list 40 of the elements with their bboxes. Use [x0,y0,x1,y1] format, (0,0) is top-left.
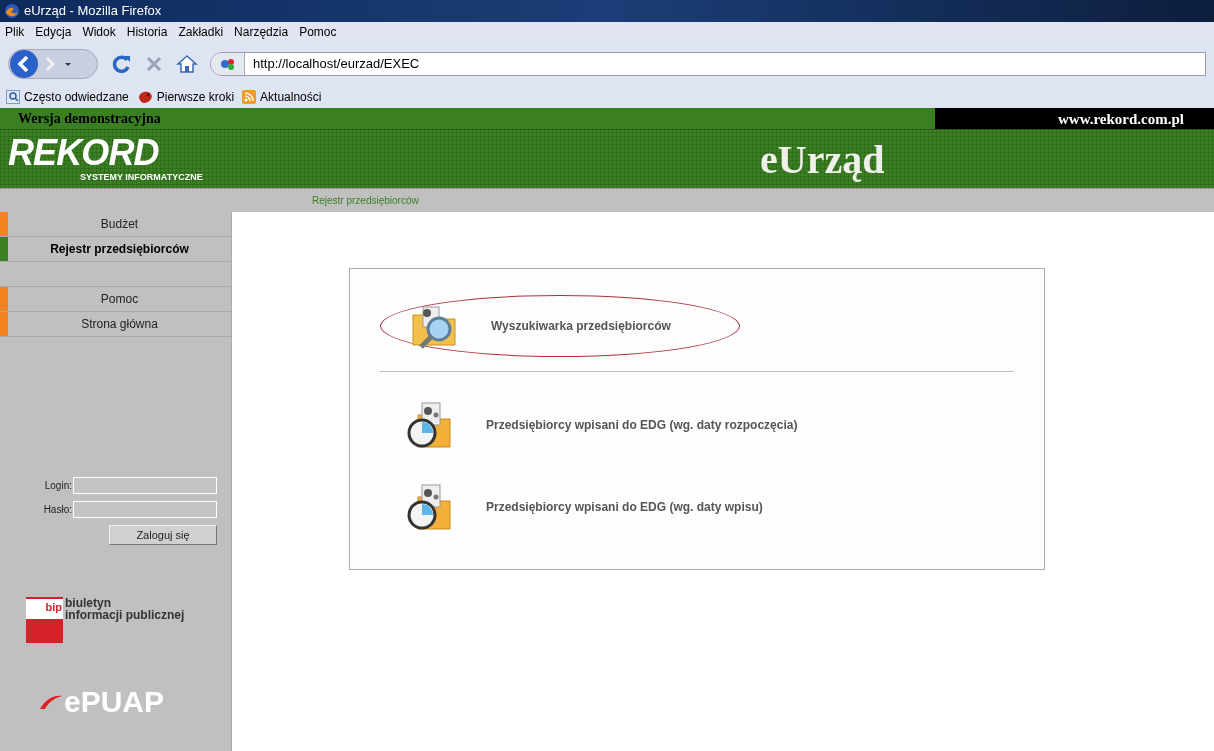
sidebar-item[interactable]: Pomoc [0,287,231,312]
menu-item[interactable]: Edycja [35,22,72,41]
password-label: Hasło: [43,503,72,517]
bip-logo: bip [26,597,63,643]
menu-item[interactable]: Widok [82,22,116,41]
website-label: www.rekord.com.pl [935,108,1214,129]
app-title: eUrząd [760,136,885,184]
demo-notice: Wersja demonstracyjna [0,108,935,129]
folder-clock-icon [406,483,452,531]
back-forward-button[interactable] [8,48,98,79]
rss-icon [242,90,257,104]
url-text: http://localhost/eurzad/EXEC [253,54,420,73]
password-field[interactable] [73,501,217,518]
home-icon[interactable] [176,53,198,74]
site-identity-icon[interactable] [211,52,245,75]
bookmark-link[interactable]: Aktualności [242,88,322,106]
bip-caption: biuletyn informacji publicznej [65,597,185,621]
window-title: eUrząd - Mozilla Firefox [24,2,162,21]
menu-item[interactable]: Narzędzia [234,22,289,41]
sidebar-item[interactable]: Strona główna [0,312,231,337]
login-button[interactable]: Zaloguj się [109,525,217,545]
company-logo: REKORD [8,135,159,172]
sidebar-item[interactable]: Budżet [0,212,231,237]
epuap-logo: ePUAP [64,687,165,717]
address-bar[interactable]: http://localhost/eurzad/EXEC [210,51,1206,76]
swoosh-icon [40,695,62,709]
sidebar-item[interactable]: Rejestr przedsiębiorców [0,237,231,262]
bookmark-link[interactable]: Pierwsze kroki [136,88,235,106]
register-link[interactable]: Przedsiębiorcy wpisani do EDG (wg. daty rozpoczęcia) [380,400,1014,450]
login-field[interactable] [73,477,217,494]
register-link[interactable]: Przedsiębiorcy wpisani do EDG (wg. daty wpisu) [380,482,1014,532]
login-label: Login: [44,479,72,493]
menu-item[interactable]: Pomoc [299,22,337,41]
menu-item[interactable]: Plik [5,22,25,41]
search-icon [6,90,20,104]
folder-clock-icon [406,401,452,449]
bookmark-link[interactable]: Często odwiedzane [6,88,129,106]
menu-item[interactable]: Historia [126,22,168,41]
logo-subtitle: SYSTEMY INFORMATYCZNE [80,171,203,185]
menu-item[interactable]: Zakładki [178,22,224,41]
